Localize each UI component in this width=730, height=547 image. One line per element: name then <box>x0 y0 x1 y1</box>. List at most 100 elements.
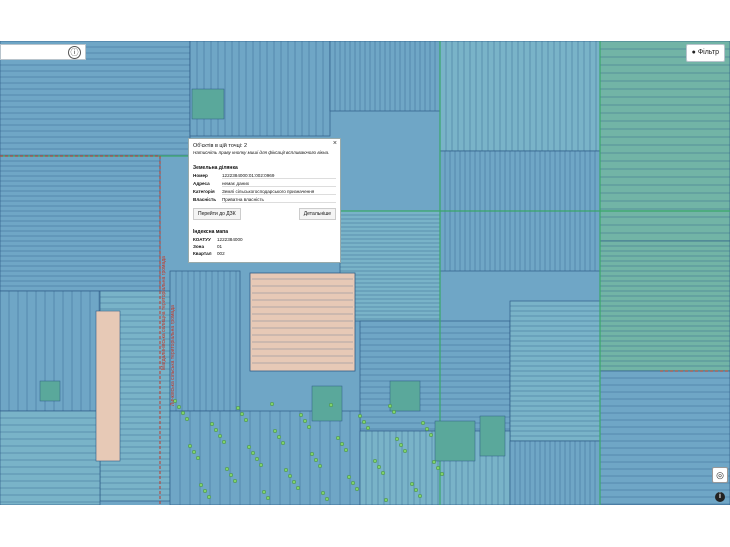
map-point <box>325 497 330 502</box>
map-point <box>221 440 226 445</box>
map-point <box>239 412 244 417</box>
map-point <box>381 471 386 476</box>
go-to-dzk-button[interactable]: Перейти до ДЗК <box>193 208 241 220</box>
row-key: Категорія <box>193 189 215 194</box>
map-point <box>355 487 360 492</box>
map-point <box>388 404 393 409</box>
map-point <box>399 443 404 448</box>
community-boundary-label-2: Личківська сільська територіальна громад… <box>170 305 176 406</box>
map-point <box>425 427 430 432</box>
row-value: 1222384000:01:002:0969 <box>222 173 336 179</box>
map-point <box>321 491 326 496</box>
green-parcel <box>311 385 343 422</box>
map-point <box>209 422 214 427</box>
map-point <box>176 405 181 410</box>
map-canvas[interactable] <box>0 41 730 505</box>
parcel-row-address: Адреса немає даних <box>193 181 336 187</box>
map-point <box>224 467 229 472</box>
map-point <box>436 466 441 471</box>
map-point <box>296 486 301 491</box>
index-row-koatuu: КОАТУУ 1222384000 <box>193 237 336 242</box>
close-icon[interactable]: × <box>333 140 337 147</box>
map-point <box>314 458 319 463</box>
map-point <box>336 436 341 441</box>
search-input[interactable]: ⓘ <box>0 44 86 60</box>
info-icon[interactable]: ⓘ <box>68 46 81 59</box>
map-point <box>351 481 356 486</box>
map-point <box>377 465 382 470</box>
map-point <box>329 403 334 408</box>
map-info-icon[interactable]: i <box>715 492 725 502</box>
popup-title: Об'єктів в цій точці: 2 <box>193 143 248 149</box>
details-button[interactable]: Детальніше <box>298 208 336 220</box>
map-point <box>187 444 192 449</box>
map-point <box>414 488 419 493</box>
parcel-row-ownership: Власність Приватна власність <box>193 197 336 203</box>
map-point <box>392 410 397 415</box>
map-point <box>421 421 426 426</box>
map-point <box>366 426 371 431</box>
row-value: 01 <box>217 244 223 249</box>
index-map-section-title: Індексна мапа <box>193 229 228 235</box>
map-point <box>262 490 267 495</box>
map-point <box>299 413 304 418</box>
row-value: 1222384000 <box>217 237 243 242</box>
row-key: КОАТУУ <box>193 237 211 242</box>
map-point <box>277 435 282 440</box>
map-point <box>284 468 289 473</box>
map-point <box>213 428 218 433</box>
map-point <box>184 417 189 422</box>
map-point <box>358 414 363 419</box>
map-point <box>254 457 259 462</box>
map-point <box>250 451 255 456</box>
row-key: Власність <box>193 197 217 202</box>
filter-button[interactable]: ● Фільтр <box>685 44 725 62</box>
map-point <box>270 402 275 407</box>
row-value: 002 <box>217 251 225 256</box>
map-point <box>206 495 211 500</box>
parcel-row-number: Номер 1222384000:01:002:0969 <box>193 173 336 179</box>
locate-icon[interactable]: ◎ <box>712 467 728 483</box>
map-point <box>440 472 445 477</box>
map-point <box>273 429 278 434</box>
map-point <box>303 419 308 424</box>
map-point <box>232 479 237 484</box>
map-point <box>310 452 315 457</box>
map-point <box>395 437 400 442</box>
row-key: Зона <box>193 244 205 249</box>
map-point <box>198 483 203 488</box>
map-point <box>410 482 415 487</box>
map-point <box>266 496 271 501</box>
map-point <box>307 425 312 430</box>
map-point <box>318 464 323 469</box>
map-point <box>195 456 200 461</box>
field-block <box>359 320 511 432</box>
map-point <box>344 448 349 453</box>
map-point <box>347 475 352 480</box>
map-point <box>246 445 251 450</box>
map-point <box>281 441 286 446</box>
village-area <box>249 272 356 372</box>
map-point <box>228 473 233 478</box>
row-value: Землі сільськогосподарського призначення <box>222 189 336 195</box>
community-boundary-label-1: Магдалинівська селищна територіальна гро… <box>161 256 167 370</box>
row-value: Приватна власність <box>222 197 336 203</box>
map-point <box>384 498 389 503</box>
map-point <box>373 459 378 464</box>
map-point <box>217 434 222 439</box>
map-view[interactable] <box>0 41 730 505</box>
map-point <box>259 463 264 468</box>
index-row-zone: Зона 01 <box>193 244 336 249</box>
map-point <box>292 480 297 485</box>
map-point <box>180 411 185 416</box>
row-key: Квартал <box>193 251 212 256</box>
settlement-strip <box>95 310 121 462</box>
green-parcel <box>389 380 421 412</box>
map-point <box>202 489 207 494</box>
map-point <box>429 433 434 438</box>
map-point <box>288 474 293 479</box>
map-point <box>243 418 248 423</box>
map-point <box>191 450 196 455</box>
row-value: немає даних <box>222 181 336 187</box>
index-row-quarter: Квартал 002 <box>193 251 336 256</box>
